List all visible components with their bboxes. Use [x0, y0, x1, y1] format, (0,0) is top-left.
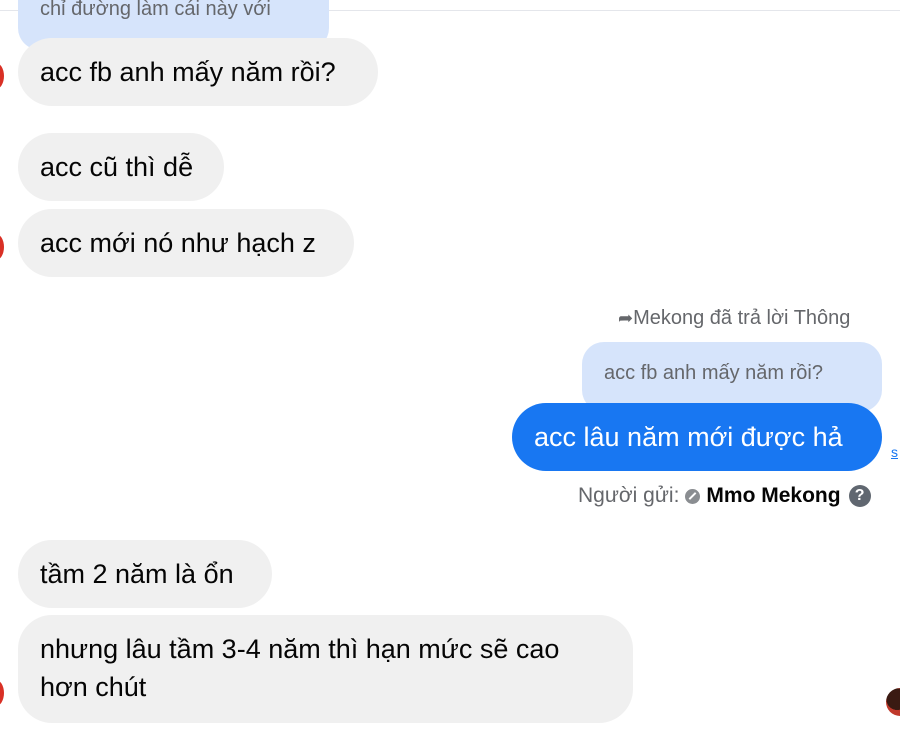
- quoted-message[interactable]: acc fb anh mấy năm rồi?: [582, 342, 882, 412]
- sender-avatar[interactable]: [0, 680, 4, 706]
- message-text-line1: nhưng lâu tầm 3-4 năm thì hạn mức sẽ cao: [40, 634, 560, 664]
- message-bubble[interactable]: tầm 2 năm là ổn: [18, 540, 272, 608]
- reply-arrow-icon: ➦: [618, 308, 634, 328]
- message-text: acc lâu năm mới được hả: [534, 422, 843, 452]
- sender-info: Người gửi: Mmo Mekong ?: [578, 484, 871, 508]
- sender-avatar[interactable]: [0, 63, 4, 89]
- message-text: acc cũ thì dễ: [40, 152, 194, 182]
- sender-prefix: Người gửi:: [578, 484, 680, 507]
- avatar[interactable]: [886, 688, 900, 716]
- seen-indicator[interactable]: s: [891, 444, 900, 460]
- quoted-message-text: acc fb anh mấy năm rồi?: [604, 362, 823, 384]
- message-text: acc mới nó như hạch z: [40, 228, 316, 258]
- message-text: tầm 2 năm là ổn: [40, 559, 234, 589]
- verified-badge-icon: [685, 488, 701, 504]
- message-bubble[interactable]: acc fb anh mấy năm rồi?: [18, 38, 378, 106]
- message-bubble[interactable]: acc mới nó như hạch z: [18, 209, 354, 277]
- message-text: acc fb anh mấy năm rồi?: [40, 57, 336, 87]
- message-bubble[interactable]: acc cũ thì dễ: [18, 133, 224, 201]
- message-bubble[interactable]: nhưng lâu tầm 3-4 năm thì hạn mức sẽ cao…: [18, 615, 633, 723]
- message-text-line2: hơn chút: [40, 672, 147, 702]
- quoted-message-top-text: chỉ đường làm cái này với: [40, 0, 271, 20]
- sender-avatar[interactable]: [0, 234, 4, 260]
- help-icon[interactable]: ?: [848, 485, 871, 507]
- sender-name[interactable]: Mmo Mekong: [706, 484, 840, 508]
- reply-header-text: Mekong đã trả lời Thông: [633, 307, 851, 329]
- reply-header: ➦Mekong đã trả lời Thông: [618, 307, 850, 330]
- message-bubble-outgoing[interactable]: acc lâu năm mới được hả: [512, 403, 882, 471]
